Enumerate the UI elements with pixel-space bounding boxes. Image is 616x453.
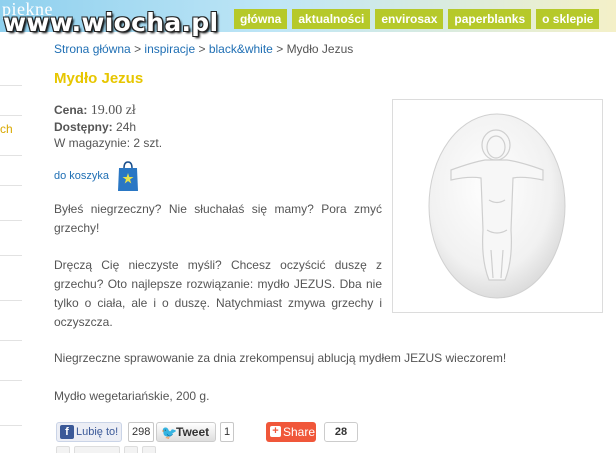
product-description: Byłeś niegrzeczny? Nie słuchałaś się mam… [54,200,382,350]
breadcrumb-separator: > [276,42,284,56]
tweet-button[interactable]: 🐦 Tweet [156,422,216,442]
facebook-like-button[interactable]: f Lubię to! [56,422,122,442]
watermark: www.wiocha.pl [3,8,219,37]
main-nav: główna aktualności envirosax paperblanks… [234,9,604,29]
price-value: 19.00 zł [90,103,136,118]
share-label: Share [283,425,316,439]
product-meta: Cena: 19.00 zł Dostępny: 24h W magazynie… [54,102,162,151]
breadcrumb-separator: > [198,42,206,56]
nav-item-news[interactable]: aktualności [292,9,371,29]
breadcrumb-inspirations[interactable]: inspiracje [144,42,195,56]
price-label: Cena: [54,103,88,117]
nav-item-paperblanks[interactable]: paperblanks [448,9,532,29]
tweet-label: Tweet [176,425,210,439]
availability-label: Dostępny: [54,120,113,134]
shopping-bag-icon[interactable] [117,160,139,192]
description-paragraph: Byłeś niegrzeczny? Nie słuchałaś się mam… [54,202,382,235]
availability-value: 24h [116,120,137,134]
breadcrumb-home[interactable]: Strona główna [54,42,131,56]
breadcrumb-current: Mydło Jezus [286,42,354,56]
sidebar-divider [0,380,22,381]
share-count: 28 [324,422,358,442]
breadcrumb: Strona główna > inspiracje > black&white… [54,42,353,56]
add-to-cart[interactable]: do koszyka [54,160,139,192]
share-service-icon[interactable] [124,446,138,453]
breadcrumb-separator: > [134,42,142,56]
description-paragraph: Dręczą Cię nieczyste myśli? Chcesz oczyś… [54,258,382,329]
sidebar-divider [0,115,22,116]
sidebar-divider [0,220,22,221]
sidebar-divider [0,300,22,301]
share-service-button[interactable] [74,446,120,453]
sidebar-divider [0,155,22,156]
facebook-like-label: Lubię to! [76,426,119,438]
sidebar-item-partial[interactable]: ch [0,122,13,136]
description-paragraph: Niegrzeczne sprawowanie za dnia zrekompe… [54,351,507,365]
stock-text: W magazynie: 2 szt. [54,136,163,150]
social-share-bar-secondary [56,446,186,453]
description-paragraph: Mydło wegetariańskie, 200 g. [54,389,210,403]
share-service-icon[interactable] [56,446,70,453]
facebook-like-count: 298 [128,422,155,442]
product-title: Mydło Jezus [54,70,144,87]
sidebar-divider [0,185,22,186]
sidebar-divider [0,85,22,86]
sidebar-divider [0,425,22,426]
share-service-icon[interactable] [142,446,156,453]
twitter-bird-icon: 🐦 [161,425,178,440]
sidebar-divider [0,255,22,256]
nav-item-home[interactable]: główna [234,9,288,29]
share-plus-icon: + [270,426,281,437]
share-button[interactable]: + Share [266,422,316,442]
nav-item-about-shop[interactable]: o sklepie [536,9,600,29]
tweet-count: 1 [220,422,235,442]
sidebar-divider [0,340,22,341]
breadcrumb-black-white[interactable]: black&white [209,42,273,56]
add-to-cart-label[interactable]: do koszyka [54,170,109,182]
facebook-icon: f [60,425,74,439]
nav-item-envirosax[interactable]: envirosax [375,9,444,29]
product-photo[interactable] [392,99,603,313]
